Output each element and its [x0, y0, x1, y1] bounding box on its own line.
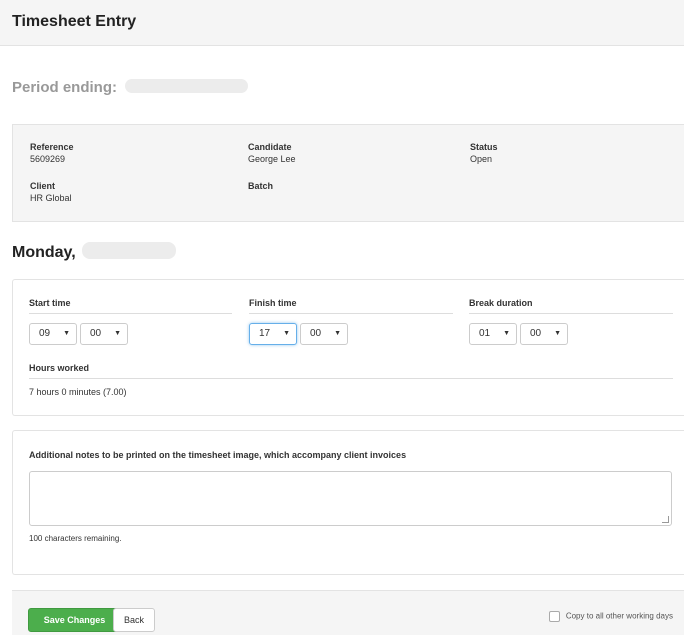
- finish-hour-value: 17: [259, 328, 271, 339]
- chevron-down-icon: ▼: [334, 330, 341, 337]
- start-minute-select[interactable]: 00 ▼: [80, 323, 128, 345]
- page-title: Timesheet Entry: [12, 13, 137, 30]
- reference-field: Reference 5609269: [30, 142, 74, 164]
- chevron-down-icon: ▼: [283, 330, 290, 337]
- copy-to-all-days-checkbox[interactable]: [548, 611, 560, 622]
- back-button[interactable]: Back: [113, 608, 155, 632]
- start-hour-value: 09: [39, 328, 51, 339]
- notes-textarea[interactable]: [29, 471, 672, 526]
- reference-value: 5609269: [30, 154, 66, 164]
- timesheet-info-panel: Reference 5609269 Candidate George Lee S…: [12, 124, 684, 222]
- client-label: Client: [30, 181, 56, 191]
- break-duration-group: Break duration: [469, 280, 673, 314]
- finish-time-label: Finish time: [249, 298, 453, 314]
- finish-hour-select[interactable]: 17 ▼: [249, 323, 297, 345]
- form-footer: Save Changes Back Copy to all other work…: [12, 590, 684, 635]
- time-entry-card: Start time 09 ▼ 00 ▼ Finish time 17 ▼ 00…: [12, 279, 684, 416]
- hours-worked-label: Hours worked: [29, 363, 673, 379]
- client-field: Client HR Global: [30, 181, 72, 203]
- finish-minute-value: 00: [310, 328, 322, 339]
- day-date-redacted: [82, 242, 177, 260]
- break-hour-value: 01: [479, 328, 491, 339]
- batch-label: Batch: [248, 181, 274, 191]
- hours-worked-value: 7 hours 0 minutes (7.00): [29, 387, 127, 397]
- status-field: Status Open: [470, 142, 498, 164]
- chevron-down-icon: ▼: [503, 330, 510, 337]
- break-minute-select[interactable]: 00 ▼: [520, 323, 568, 345]
- candidate-value: George Lee: [248, 154, 296, 164]
- period-ending-date-redacted: [125, 79, 249, 94]
- notes-label: Additional notes to be printed on the ti…: [29, 450, 407, 460]
- chevron-down-icon: ▼: [114, 330, 121, 337]
- reference-label: Reference: [30, 142, 74, 152]
- save-changes-button[interactable]: Save Changes: [28, 608, 121, 632]
- page-header: Timesheet Entry: [0, 0, 684, 46]
- notes-card: Additional notes to be printed on the ti…: [12, 430, 684, 575]
- copy-to-all-days-label: Copy to all other working days: [565, 611, 673, 621]
- client-value: HR Global: [30, 193, 72, 203]
- candidate-label: Candidate: [248, 142, 292, 152]
- batch-field: Batch: [248, 181, 273, 193]
- start-time-group: Start time: [29, 280, 232, 314]
- resize-handle-icon[interactable]: [662, 516, 669, 523]
- period-ending-label: Period ending:: [12, 79, 117, 96]
- finish-minute-select[interactable]: 00 ▼: [300, 323, 348, 345]
- status-label: Status: [470, 142, 498, 152]
- break-hour-select[interactable]: 01 ▼: [469, 323, 517, 345]
- finish-time-group: Finish time: [249, 280, 453, 314]
- break-minute-value: 00: [530, 328, 542, 339]
- start-hour-select[interactable]: 09 ▼: [29, 323, 77, 345]
- candidate-field: Candidate George Lee: [248, 142, 296, 164]
- status-value: Open: [470, 154, 493, 164]
- day-heading: Monday,: [12, 242, 177, 262]
- start-minute-value: 00: [90, 328, 102, 339]
- characters-remaining: 100 characters remaining.: [29, 534, 122, 543]
- day-label: Monday,: [12, 244, 76, 261]
- break-duration-label: Break duration: [469, 298, 673, 314]
- period-ending: Period ending:: [12, 79, 249, 96]
- chevron-down-icon: ▼: [63, 330, 70, 337]
- start-time-label: Start time: [29, 298, 232, 314]
- copy-to-all-days-option[interactable]: Copy to all other working days: [548, 611, 673, 622]
- chevron-down-icon: ▼: [554, 330, 561, 337]
